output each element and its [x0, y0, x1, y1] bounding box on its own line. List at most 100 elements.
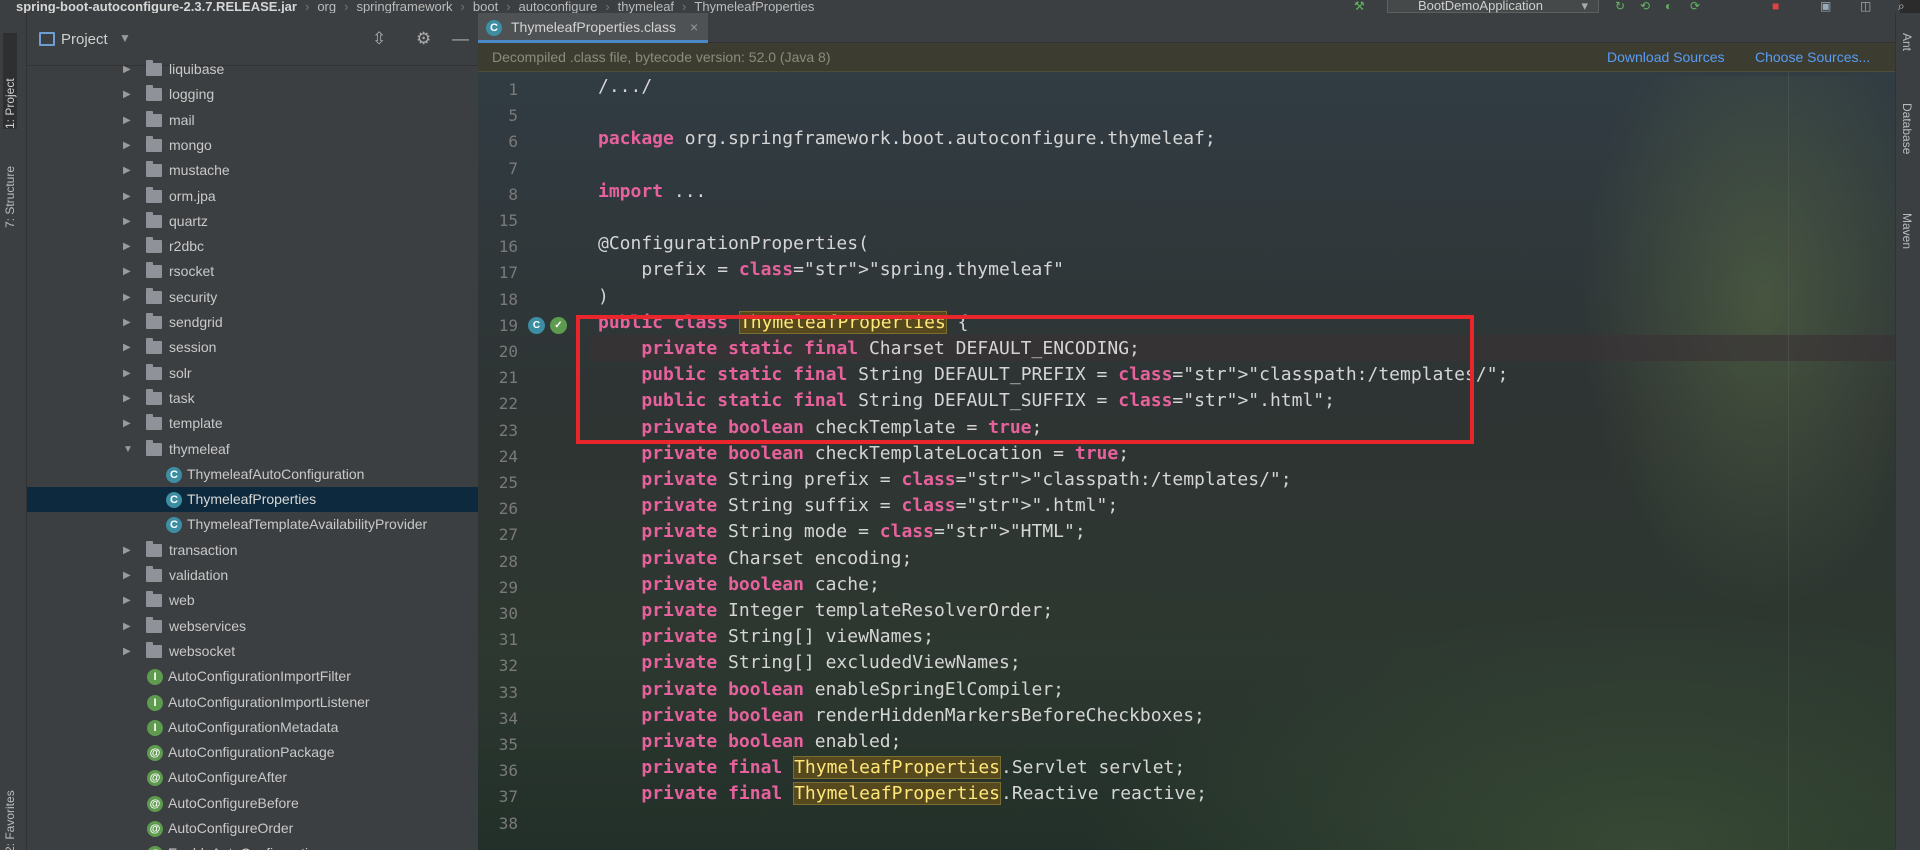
- breadcrumb-item[interactable]: spring-boot-autoconfigure-2.3.7.RELEASE.…: [16, 0, 297, 13]
- tree-item-enableautoconfiguration[interactable]: @ EnableAutoConfiguration: [27, 841, 478, 850]
- collapsed-arrow-icon[interactable]: ▶: [123, 234, 131, 259]
- tree-item-autoconfigureorder[interactable]: @ AutoConfigureOrder: [27, 816, 478, 841]
- tree-item-mail[interactable]: ▶ mail: [27, 108, 478, 133]
- run-configuration-select[interactable]: BootDemoApplication ▾: [1387, 0, 1599, 13]
- collapsed-arrow-icon[interactable]: ▶: [123, 184, 131, 209]
- tree-item-security[interactable]: ▶ security: [27, 285, 478, 310]
- tool-window-favorites[interactable]: 2: Favorites: [3, 773, 17, 850]
- tree-item-transaction[interactable]: ▶ transaction: [27, 538, 478, 563]
- collapsed-arrow-icon[interactable]: ▶: [123, 259, 131, 284]
- rerun-icon[interactable]: ↻: [1615, 0, 1625, 13]
- code-line[interactable]: /.../: [598, 76, 652, 97]
- code-line[interactable]: private final ThymeleafProperties.Servle…: [598, 756, 1185, 780]
- tree-item-logging[interactable]: ▶ logging: [27, 82, 478, 107]
- tool-window-ant[interactable]: Ant: [1900, 33, 1914, 51]
- tree-item-session[interactable]: ▶ session: [27, 335, 478, 360]
- tool-window-maven[interactable]: Maven: [1900, 213, 1914, 249]
- collapse-all-icon[interactable]: ⇳: [372, 29, 386, 49]
- spring-bean-gutter-icon[interactable]: ✓: [550, 316, 567, 334]
- code-line[interactable]: @ConfigurationProperties(: [598, 233, 869, 254]
- download-sources-link[interactable]: Download Sources: [1607, 43, 1725, 71]
- collapsed-arrow-icon[interactable]: ▶: [123, 335, 131, 360]
- tree-item-web[interactable]: ▶ web: [27, 588, 478, 613]
- choose-sources-link[interactable]: Choose Sources...: [1755, 43, 1870, 71]
- collapsed-arrow-icon[interactable]: ▶: [123, 411, 131, 436]
- tree-item-solr[interactable]: ▶ solr: [27, 361, 478, 386]
- collapsed-arrow-icon[interactable]: ▶: [123, 158, 131, 183]
- code-line[interactable]: private boolean checkTemplateLocation = …: [598, 443, 1129, 464]
- coverage-icon[interactable]: ◐: [1665, 0, 1672, 13]
- tree-item-orm-jpa[interactable]: ▶ orm.jpa: [27, 184, 478, 209]
- tree-item-autoconfigurationimportlistener[interactable]: I AutoConfigurationImportListener: [27, 690, 478, 715]
- code-line[interactable]: private boolean enabled;: [598, 731, 901, 752]
- tree-item-thymeleaf[interactable]: ▼ thymeleaf: [27, 437, 478, 462]
- tree-item-task[interactable]: ▶ task: [27, 386, 478, 411]
- tree-item-quartz[interactable]: ▶ quartz: [27, 209, 478, 234]
- breadcrumb-item[interactable]: org: [317, 0, 336, 13]
- code-line[interactable]: private Charset encoding;: [598, 548, 912, 569]
- code-line[interactable]: prefix = class="str">"spring.thymeleaf": [598, 259, 1064, 280]
- tree-item-webservices[interactable]: ▶ webservices: [27, 614, 478, 639]
- close-icon[interactable]: ×: [690, 13, 698, 41]
- collapsed-arrow-icon[interactable]: ▶: [123, 57, 131, 82]
- collapsed-arrow-icon[interactable]: ▶: [123, 133, 131, 158]
- tree-item-liquibase[interactable]: ▶ liquibase: [27, 57, 478, 82]
- tool-window-structure[interactable]: 7: Structure: [3, 138, 17, 228]
- collapsed-arrow-icon[interactable]: ▶: [123, 209, 131, 234]
- collapsed-arrow-icon[interactable]: ▶: [123, 614, 131, 639]
- code-line[interactable]: private boolean renderHiddenMarkersBefor…: [598, 705, 1205, 726]
- class-gutter-icon[interactable]: C: [528, 316, 545, 334]
- breadcrumb-item[interactable]: thymeleaf: [618, 0, 674, 13]
- collapsed-arrow-icon[interactable]: ▶: [123, 639, 131, 664]
- collapsed-arrow-icon[interactable]: ▶: [123, 538, 131, 563]
- chevron-down-icon[interactable]: ▼: [119, 31, 131, 45]
- debug-icon[interactable]: ⟲: [1640, 0, 1650, 13]
- code-line[interactable]: private final ThymeleafProperties.Reacti…: [598, 782, 1207, 806]
- code-line[interactable]: private String suffix = class="str">".ht…: [598, 495, 1118, 516]
- expanded-arrow-icon[interactable]: ▼: [123, 437, 133, 462]
- tree-item-validation[interactable]: ▶ validation: [27, 563, 478, 588]
- breadcrumb-item[interactable]: autoconfigure: [519, 0, 598, 13]
- breadcrumb-item[interactable]: ThymeleafProperties: [694, 0, 814, 13]
- search-icon[interactable]: ⌕: [1898, 0, 1905, 13]
- breadcrumb-item[interactable]: springframework: [356, 0, 452, 13]
- collapsed-arrow-icon[interactable]: ▶: [123, 310, 131, 335]
- code-line[interactable]: private String prefix = class="str">"cla…: [598, 469, 1291, 490]
- tree-item-rsocket[interactable]: ▶ rsocket: [27, 259, 478, 284]
- code-line[interactable]: ): [598, 286, 609, 307]
- code-line[interactable]: import ...: [598, 181, 706, 202]
- tree-item-thymeleaftemplateavailabilityprovider[interactable]: C ThymeleafTemplateAvailabilityProvider: [27, 512, 478, 537]
- code-line[interactable]: private boolean enableSpringElCompiler;: [598, 679, 1064, 700]
- code-line[interactable]: private boolean cache;: [598, 574, 879, 595]
- stop-icon[interactable]: ■: [1772, 0, 1779, 13]
- tree-item-autoconfigurationmetadata[interactable]: I AutoConfigurationMetadata: [27, 715, 478, 740]
- tree-item-autoconfigurationimportfilter[interactable]: I AutoConfigurationImportFilter: [27, 664, 478, 689]
- collapsed-arrow-icon[interactable]: ▶: [123, 588, 131, 613]
- project-panel-title[interactable]: Project: [61, 31, 108, 48]
- project-structure-icon[interactable]: ▣: [1820, 0, 1831, 13]
- tool-window-project[interactable]: 1: Project: [3, 33, 17, 129]
- tree-item-sendgrid[interactable]: ▶ sendgrid: [27, 310, 478, 335]
- code-line[interactable]: private String[] viewNames;: [598, 626, 934, 647]
- tree-item-autoconfigurebefore[interactable]: @ AutoConfigureBefore: [27, 791, 478, 816]
- tool-window-database[interactable]: Database: [1900, 103, 1914, 154]
- tree-item-autoconfigureafter[interactable]: @ AutoConfigureAfter: [27, 765, 478, 790]
- collapsed-arrow-icon[interactable]: ▶: [123, 386, 131, 411]
- tree-item-thymeleafautoconfiguration[interactable]: C ThymeleafAutoConfiguration: [27, 462, 478, 487]
- tree-item-thymeleafproperties[interactable]: C ThymeleafProperties: [27, 487, 478, 513]
- layout-icon[interactable]: ◫: [1860, 0, 1871, 13]
- collapsed-arrow-icon[interactable]: ▶: [123, 108, 131, 133]
- hammer-icon[interactable]: ⚒: [1354, 0, 1365, 13]
- tree-item-mustache[interactable]: ▶ mustache: [27, 158, 478, 183]
- collapsed-arrow-icon[interactable]: ▶: [123, 361, 131, 386]
- code-line[interactable]: private String[] excludedViewNames;: [598, 652, 1020, 673]
- collapsed-arrow-icon[interactable]: ▶: [123, 285, 131, 310]
- collapsed-arrow-icon[interactable]: ▶: [123, 563, 131, 588]
- tree-item-mongo[interactable]: ▶ mongo: [27, 133, 478, 158]
- gear-icon[interactable]: ⚙: [416, 29, 431, 49]
- collapsed-arrow-icon[interactable]: ▶: [123, 82, 131, 107]
- tree-item-autoconfigurationpackage[interactable]: @ AutoConfigurationPackage: [27, 740, 478, 765]
- minimize-icon[interactable]: —: [452, 29, 469, 49]
- profile-icon[interactable]: ⟳: [1690, 0, 1700, 13]
- tab-thymeleaf-properties[interactable]: C ThymeleafProperties.class ×: [478, 13, 708, 43]
